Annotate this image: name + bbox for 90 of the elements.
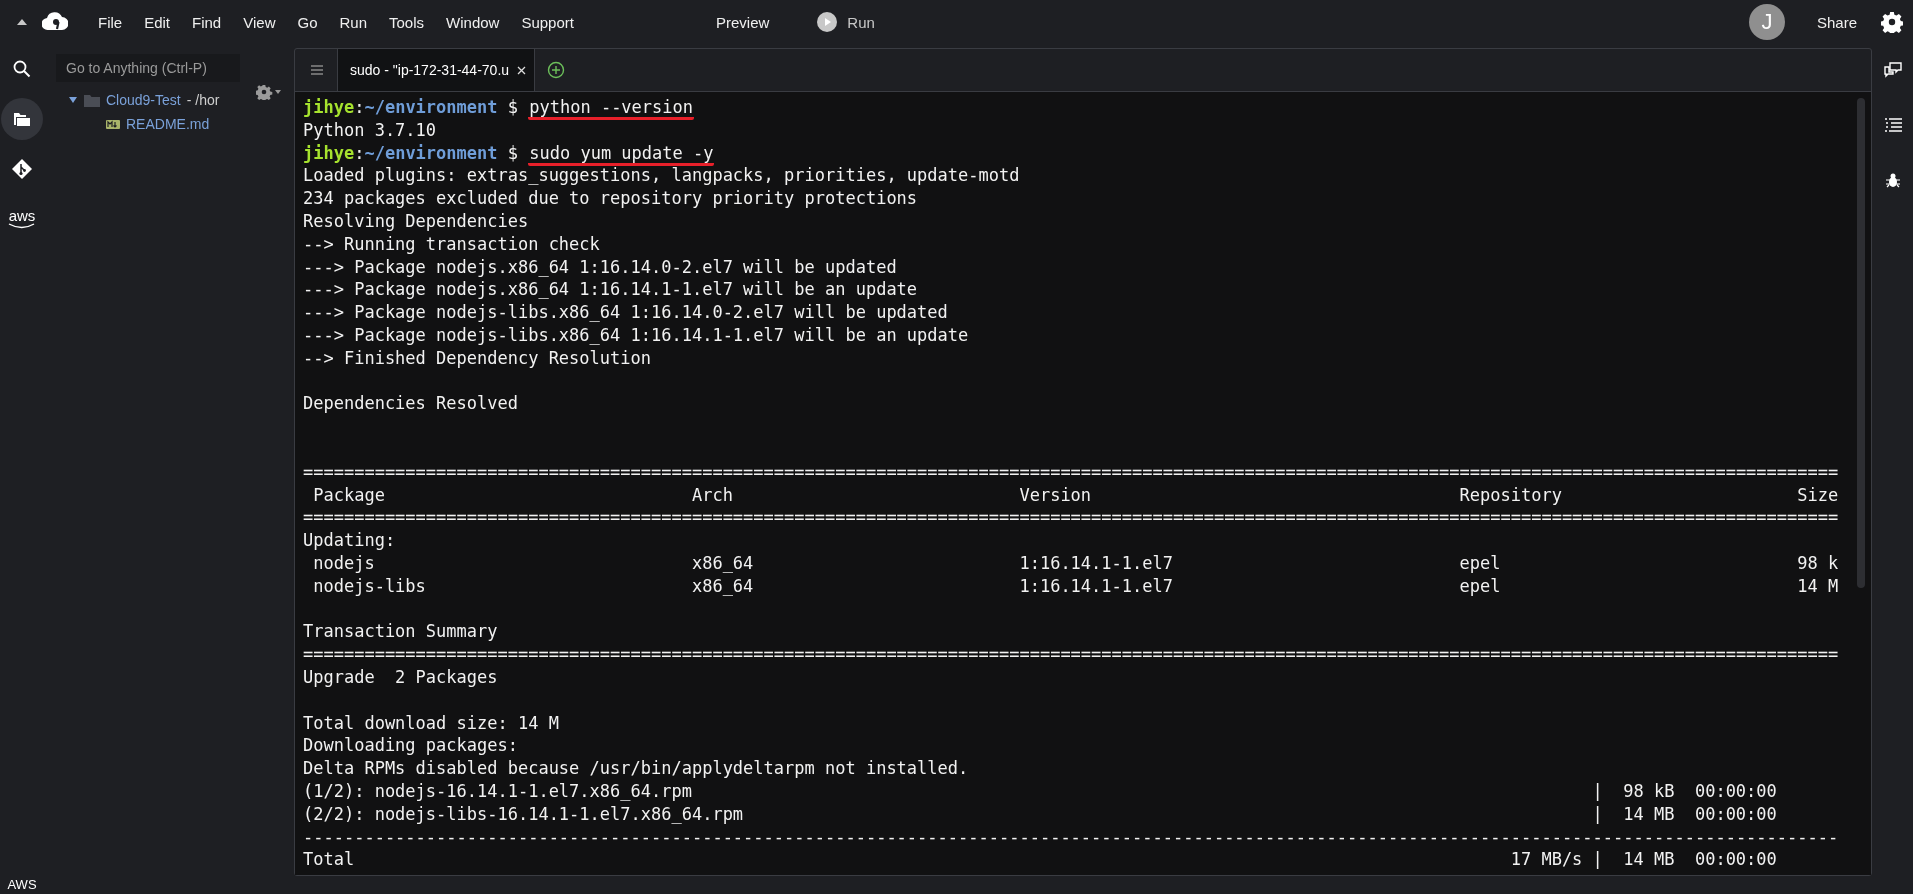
menu-item[interactable]: Find bbox=[182, 9, 232, 35]
table-cell: Version bbox=[1019, 484, 1092, 505]
output-line: Dependencies Resolved bbox=[303, 393, 518, 414]
prompt-user: jihye bbox=[303, 97, 355, 117]
output-line: Delta RPMs disabled because /usr/bin/applydeltarpm not installed. bbox=[303, 758, 969, 779]
table-cell: Arch bbox=[691, 484, 733, 505]
output-line: ---> Package nodejs-libs.x86_64 1:16.14.0-2.el7 will be updated bbox=[303, 302, 948, 323]
aws-tab[interactable]: aws bbox=[1, 198, 43, 240]
table-cell: x86_64 bbox=[691, 552, 754, 573]
output-line: | 14 MB 00:00:00 bbox=[1592, 803, 1777, 824]
output-line: ---> Package nodejs.x86_64 1:16.14.1-1.el7 will be an update bbox=[303, 279, 918, 300]
tree-folder-row[interactable]: Cloud9-Test - /hor bbox=[44, 88, 294, 112]
run-button[interactable]: Run bbox=[807, 8, 885, 36]
terminal-tab[interactable]: sudo - "ip-172-31-44-70.u bbox=[337, 49, 536, 91]
output-line: Loaded plugins: extras_suggestions, langpacks, priorities, update-motd bbox=[303, 165, 1020, 186]
output-line: --> Running transaction check bbox=[303, 233, 600, 254]
search-field[interactable]: Go to Anything (Ctrl-P) bbox=[56, 54, 240, 82]
caret-icon[interactable] bbox=[68, 96, 78, 104]
menu-item[interactable]: Tools bbox=[379, 9, 435, 35]
command-text: sudo yum update -y bbox=[528, 143, 715, 166]
separator-line: ====================================================================================================================================================== bbox=[303, 644, 1839, 665]
cloud-logo-icon[interactable] bbox=[42, 12, 68, 32]
scrollbar[interactable] bbox=[1857, 98, 1865, 588]
play-icon[interactable] bbox=[817, 12, 838, 32]
table-cell: 98 k bbox=[1797, 552, 1839, 573]
menu-item[interactable]: Edit bbox=[134, 9, 181, 35]
aws-logo-text[interactable]: aws bbox=[8, 209, 36, 223]
output-line: (2/2): nodejs-libs-16.14.1-1.el7.x86_64.rpm bbox=[303, 803, 744, 824]
collapse-icon[interactable] bbox=[16, 18, 28, 26]
folder-icon bbox=[84, 93, 100, 107]
folders-icon[interactable] bbox=[13, 111, 31, 127]
table-cell: 1:16.14.1-1.el7 bbox=[1019, 552, 1173, 573]
output-line: | 98 kB 00:00:00 bbox=[1592, 780, 1777, 801]
output-line: ---> Package nodejs-libs.x86_64 1:16.14.1-1.el7 will be an update bbox=[303, 324, 969, 345]
menu-item[interactable]: Go bbox=[287, 9, 328, 35]
git-icon[interactable] bbox=[11, 158, 33, 180]
prompt-path: ~/environment bbox=[364, 142, 498, 163]
prompt-symbol: $ bbox=[507, 97, 518, 117]
output-line: Updating: bbox=[303, 530, 396, 551]
output-line: Transaction Summary bbox=[303, 621, 498, 642]
table-cell: nodejs bbox=[313, 552, 375, 573]
output-line: (1/2): nodejs-16.14.1-1.el7.x86_64.rpm bbox=[303, 780, 692, 801]
output-line: --> Finished Dependency Resolution bbox=[303, 347, 651, 368]
add-icon[interactable] bbox=[547, 61, 566, 79]
separator-line: ====================================================================================================================================================== bbox=[303, 461, 1839, 482]
share-button[interactable]: Share bbox=[1806, 9, 1867, 35]
table-cell: Package bbox=[313, 484, 385, 505]
table-cell: epel bbox=[1459, 552, 1501, 573]
separator-line: ====================================================================================================================================================== bbox=[303, 507, 1839, 528]
menu-icon[interactable] bbox=[311, 65, 323, 75]
bug-icon[interactable] bbox=[1885, 172, 1900, 188]
output-line: Total bbox=[303, 849, 355, 870]
table-cell: nodejs-libs bbox=[313, 575, 426, 596]
prompt-user: jihye bbox=[303, 142, 355, 163]
prompt-symbol: $ bbox=[507, 142, 518, 163]
table-cell: Size bbox=[1797, 484, 1839, 505]
settings-icon[interactable] bbox=[256, 84, 282, 100]
table-cell: epel bbox=[1459, 575, 1501, 596]
output-line: 17 MB/s | 14 MB 00:00:00 bbox=[1510, 849, 1777, 870]
prompt-separator: : bbox=[354, 142, 365, 163]
markdown-icon bbox=[106, 119, 120, 129]
output-line: 234 packages excluded due to repository priority protections bbox=[303, 188, 918, 209]
command-text: python --version bbox=[528, 98, 694, 120]
search-icon[interactable] bbox=[13, 60, 31, 78]
aws-label: AWS bbox=[7, 877, 37, 894]
output-line: Resolving Dependencies bbox=[303, 211, 529, 231]
table-cell: Repository bbox=[1459, 484, 1562, 505]
table-cell: 1:16.14.1-1.el7 bbox=[1019, 575, 1173, 596]
menu-item[interactable]: View bbox=[233, 9, 286, 35]
output-line: Total download size: 14 M bbox=[303, 712, 559, 733]
settings-icon[interactable] bbox=[1881, 11, 1903, 33]
menu-item[interactable]: Window bbox=[436, 9, 510, 35]
output-line: Upgrade 2 Packages bbox=[303, 666, 498, 687]
tree-file-row[interactable]: README.md bbox=[44, 112, 294, 136]
preview-button[interactable]: Preview bbox=[705, 9, 780, 35]
menu-item[interactable]: Run bbox=[329, 9, 377, 35]
table-cell: 14 M bbox=[1797, 575, 1839, 596]
output-line: Downloading packages: bbox=[303, 735, 518, 756]
separator-line: ------------------------------------------------------------------------------------------------------------------------------------------------------ bbox=[303, 826, 1839, 847]
table-cell: x86_64 bbox=[691, 575, 754, 596]
files-tab[interactable] bbox=[1, 98, 43, 140]
close-icon[interactable] bbox=[517, 65, 527, 75]
prompt-separator: : bbox=[354, 97, 365, 117]
menu-item[interactable]: File bbox=[88, 9, 133, 35]
outline-icon[interactable] bbox=[1883, 118, 1902, 132]
output-line: Python 3.7.10 bbox=[303, 119, 437, 140]
output-line: ---> Package nodejs.x86_64 1:16.14.0-2.el7 will be updated bbox=[303, 256, 897, 277]
menu-item[interactable]: Support bbox=[511, 9, 584, 35]
prompt-path: ~/environment bbox=[364, 97, 498, 117]
chat-icon[interactable] bbox=[1883, 62, 1902, 78]
